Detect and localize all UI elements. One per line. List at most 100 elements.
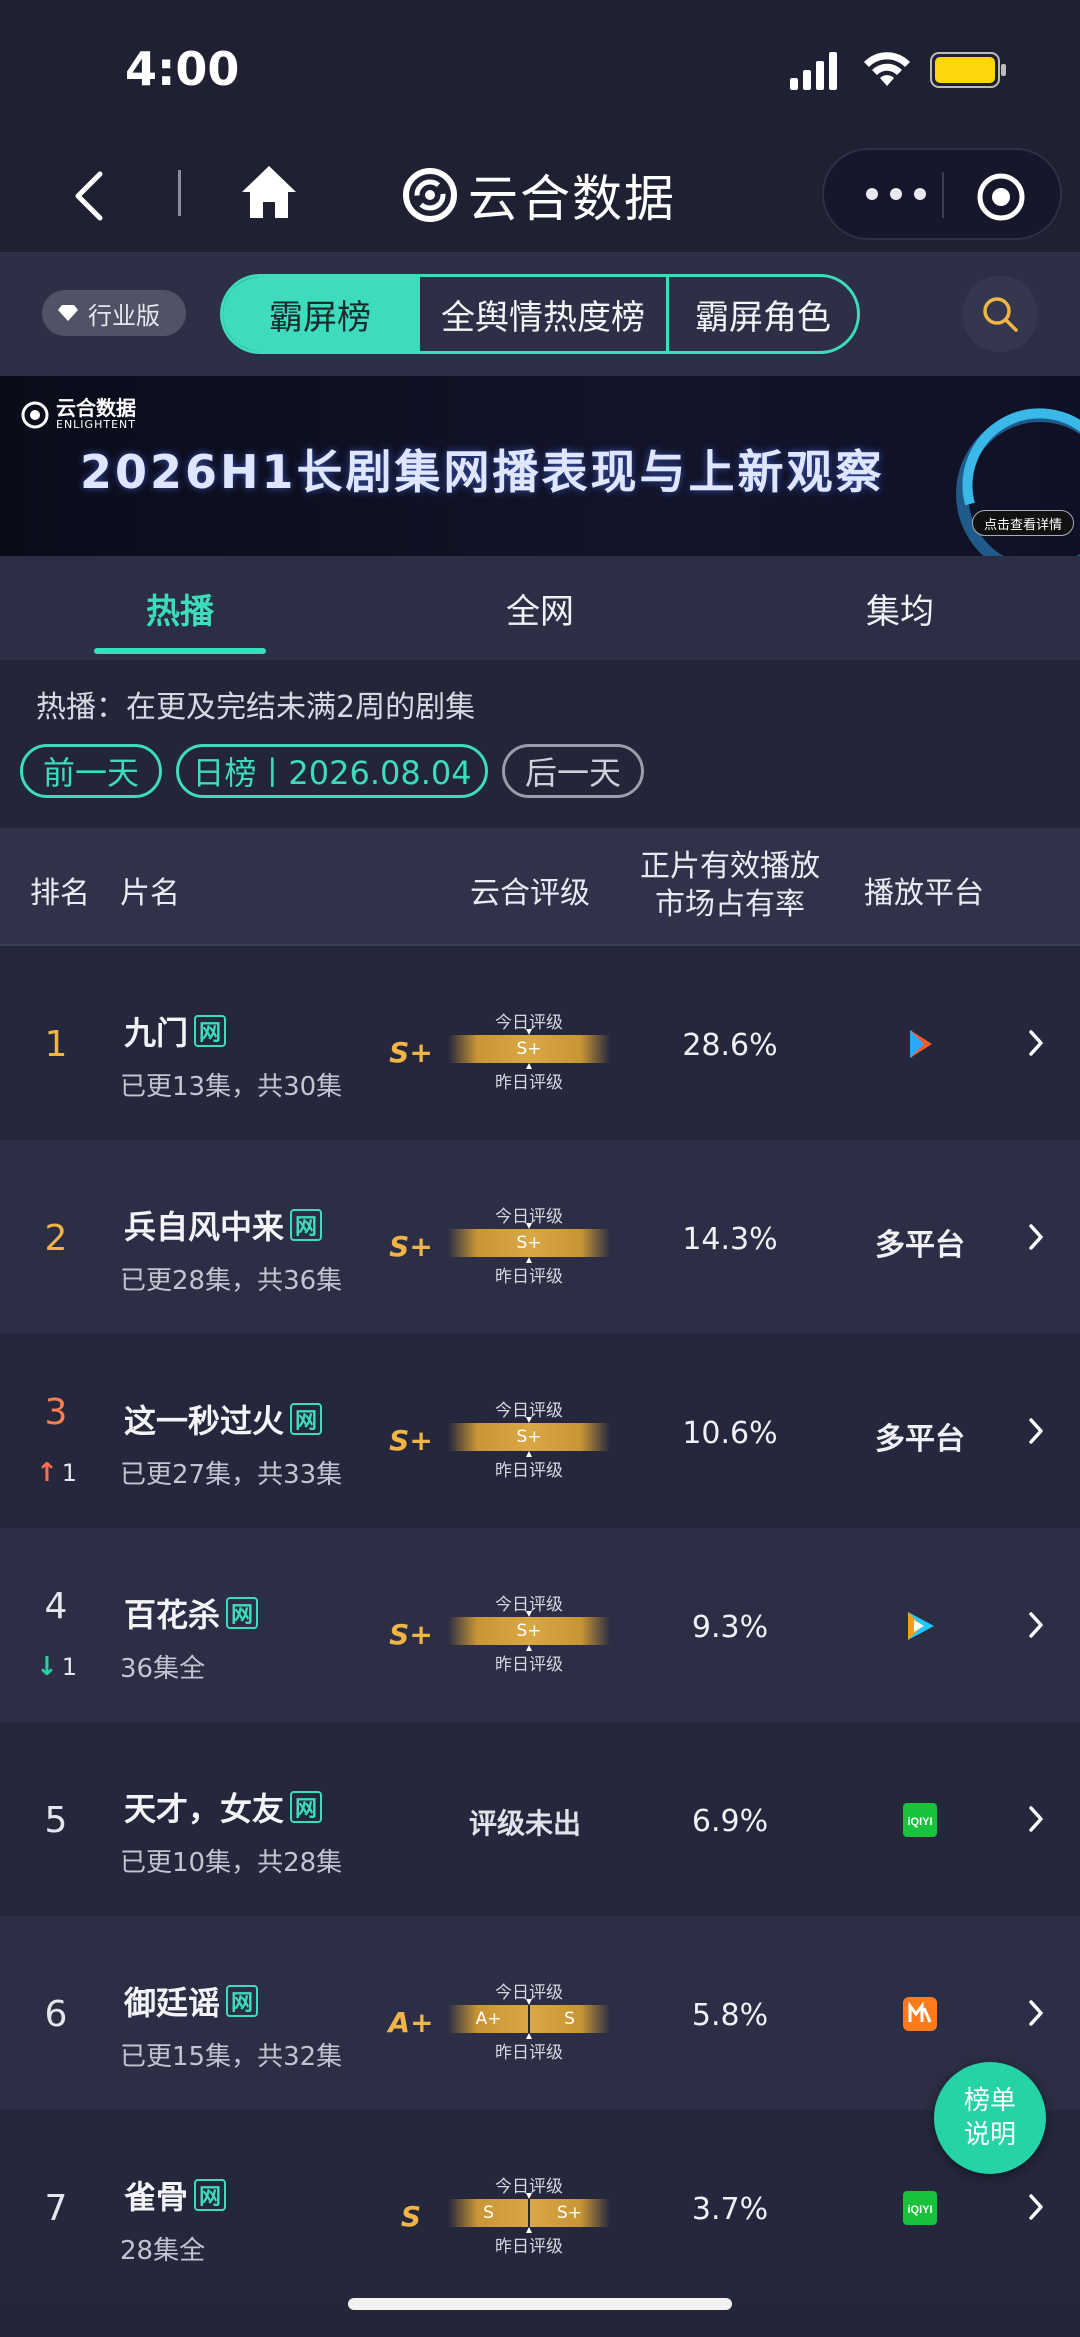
episode-progress: 36集全: [120, 1654, 206, 1684]
grade-meter: 今日评级 A+ S 昨日评级: [448, 1978, 610, 2063]
youku-icon: [902, 1026, 938, 1062]
table-row[interactable]: 6 御廷谣网已更15集，共32集 A+ 今日评级 A+ S 昨日评级 5.8%: [0, 1916, 1080, 2110]
web-drama-badge: 网: [194, 2179, 227, 2211]
yesterday-grade-label: 昨日评级: [495, 1073, 563, 1093]
table-row[interactable]: 5 天才，女友网已更10集，共28集 评级未出 6.9% iQIYI: [0, 1722, 1080, 1916]
tab-episode-avg[interactable]: 集均: [810, 584, 990, 633]
banner-logo-icon: [21, 401, 49, 429]
meter-grade-left: S: [483, 2203, 494, 2223]
search-icon: [983, 297, 1018, 332]
banner-logo-cn: 云合数据: [56, 396, 136, 420]
market-share: 5.8%: [691, 1998, 769, 2033]
grade-letter: S+: [389, 1424, 433, 1457]
grade-pending: 评级未出: [468, 1807, 581, 1840]
table-header: 排名 片名 云合评级 正片有效播放市场占有率 播放平台: [0, 828, 1080, 946]
web-drama-badge: 网: [290, 1209, 323, 1241]
tab-public-opinion[interactable]: 全舆情热度榜: [417, 277, 666, 351]
tab-screen-dominance[interactable]: 霸屏榜: [223, 277, 417, 351]
prev-day-button[interactable]: 前一天: [20, 744, 162, 798]
meter-grade: S+: [516, 1621, 542, 1641]
chart-switch-row: 行业版 霸屏榜 全舆情热度榜 霸屏角色: [0, 252, 1080, 376]
edition-badge[interactable]: 行业版: [42, 290, 186, 336]
chevron-right-icon[interactable]: [1026, 1028, 1046, 1058]
grade-letter: S+: [389, 1230, 433, 1263]
brand: 云合数据: [402, 160, 676, 230]
drama-title-text: 御廷谣: [124, 1984, 221, 2022]
nav-bar: 云合数据: [0, 140, 1080, 252]
capsule-divider: [942, 172, 944, 218]
more-icon[interactable]: [866, 174, 926, 214]
web-drama-badge: 网: [226, 1597, 259, 1629]
chevron-right-icon[interactable]: [1026, 1416, 1046, 1446]
diamond-icon: [58, 305, 78, 321]
chart-description: 热播：在更及完结未满2周的剧集: [36, 690, 476, 725]
grade-bar: S+: [448, 1229, 610, 1257]
tab-hot[interactable]: 热播: [90, 584, 270, 633]
drama-title: 雀骨网: [124, 2172, 227, 2218]
yesterday-grade-label: 昨日评级: [495, 1267, 563, 1287]
float-button-line2: 说明: [963, 2120, 1016, 2150]
market-share: 9.3%: [691, 1610, 769, 1645]
meter-grade: S+: [516, 1039, 542, 1059]
grade-bar: S S+: [448, 2199, 610, 2227]
market-share: 6.9%: [691, 1804, 769, 1839]
search-button[interactable]: [962, 276, 1038, 352]
tab-dominant-roles[interactable]: 霸屏角色: [666, 277, 857, 351]
tab-all-network[interactable]: 全网: [450, 584, 630, 633]
chevron-right-icon[interactable]: [1026, 1998, 1046, 2028]
grade-bar: S+: [448, 1423, 610, 1451]
chart-explanation-button[interactable]: 榜单 说明: [934, 2062, 1046, 2174]
table-row[interactable]: 4 ↓ 1 百花杀网 36集全 S+ 今日评级 S+ 昨日评级 9.3%: [0, 1528, 1080, 1722]
yesterday-grade-label: 昨日评级: [495, 1461, 563, 1481]
edition-label: 行业版: [88, 301, 160, 330]
grade-bar: S+: [448, 1035, 610, 1063]
header-share: 正片有效播放市场占有率: [640, 849, 820, 922]
yesterday-grade-label: 昨日评级: [495, 1655, 563, 1675]
episode-progress: 已更13集，共30集: [120, 1072, 343, 1102]
brand-logo-icon: [403, 168, 457, 222]
wifi-icon: [864, 52, 910, 86]
grade-meter: 今日评级 S S+ 昨日评级: [448, 2172, 610, 2257]
rank-number: 6: [44, 1994, 68, 2035]
rank-number: 3: [44, 1392, 68, 1433]
close-target-icon[interactable]: [976, 172, 1026, 222]
header-title: 片名: [120, 876, 180, 911]
market-share: 3.7%: [691, 2192, 769, 2227]
rank-number: 2: [44, 1218, 68, 1259]
mini-program-capsule: [822, 148, 1062, 240]
chevron-right-icon[interactable]: [1026, 2192, 1046, 2222]
rank-number: 1: [44, 1024, 68, 1065]
home-icon[interactable]: [238, 162, 300, 222]
grade-letter: S: [400, 2200, 422, 2233]
table-row[interactable]: 1 九门网已更13集，共30集 S+ 今日评级 S+ 昨日评级 28.6%: [0, 946, 1080, 1140]
grade-bar: A+ S: [448, 2005, 610, 2033]
status-bar: 4:00: [0, 0, 1080, 140]
table-row[interactable]: 7 雀骨网 28集全 S 今日评级 S S+ 昨日评级 3.7% iQIYI: [0, 2110, 1080, 2304]
iqiyi-icon: iQIYI: [902, 1802, 938, 1838]
current-date-button[interactable]: 日榜丨2026.08.04: [176, 744, 488, 798]
episode-progress: 已更28集，共36集: [120, 1266, 343, 1296]
grade-letter: S+: [389, 1036, 433, 1069]
episode-progress: 28集全: [120, 2236, 206, 2266]
table-row[interactable]: 2 兵自风中来网已更28集，共36集 S+ 今日评级 S+ 昨日评级 14.3% 多平…: [0, 1140, 1080, 1334]
chevron-right-icon[interactable]: [1026, 1610, 1046, 1640]
drama-title-text: 兵自风中来: [124, 1208, 285, 1246]
episode-progress: 已更10集，共28集: [120, 1848, 343, 1878]
banner-title: 2026H1长剧集网播表现与上新观察: [80, 445, 885, 499]
web-drama-badge: 网: [290, 1791, 323, 1823]
promo-banner[interactable]: 云合数据 ENLIGHTENT 2026H1长剧集网播表现与上新观察 点击查看详…: [0, 376, 1080, 556]
web-drama-badge: 网: [290, 1403, 323, 1435]
rank-change: ↑ 1: [36, 1458, 77, 1488]
drama-title-text: 九门: [124, 1014, 189, 1052]
brand-name: 云合数据: [468, 170, 676, 228]
svg-text:iQIYI: iQIYI: [907, 2204, 932, 2216]
chevron-right-icon[interactable]: [1026, 1804, 1046, 1834]
table-row[interactable]: 3 ↑ 1 这一秒过火网已更27集，共33集 S+ 今日评级 S+ 昨日评级 10.6%…: [0, 1334, 1080, 1528]
back-icon[interactable]: [60, 166, 120, 226]
meter-grade-left: A+: [475, 2009, 502, 2029]
banner-cta[interactable]: 点击查看详情: [972, 510, 1074, 536]
next-day-button[interactable]: 后一天: [502, 744, 644, 798]
chevron-right-icon[interactable]: [1026, 1222, 1046, 1252]
drama-title: 天才，女友网: [124, 1784, 323, 1830]
meter-grade-right: S: [564, 2009, 575, 2029]
